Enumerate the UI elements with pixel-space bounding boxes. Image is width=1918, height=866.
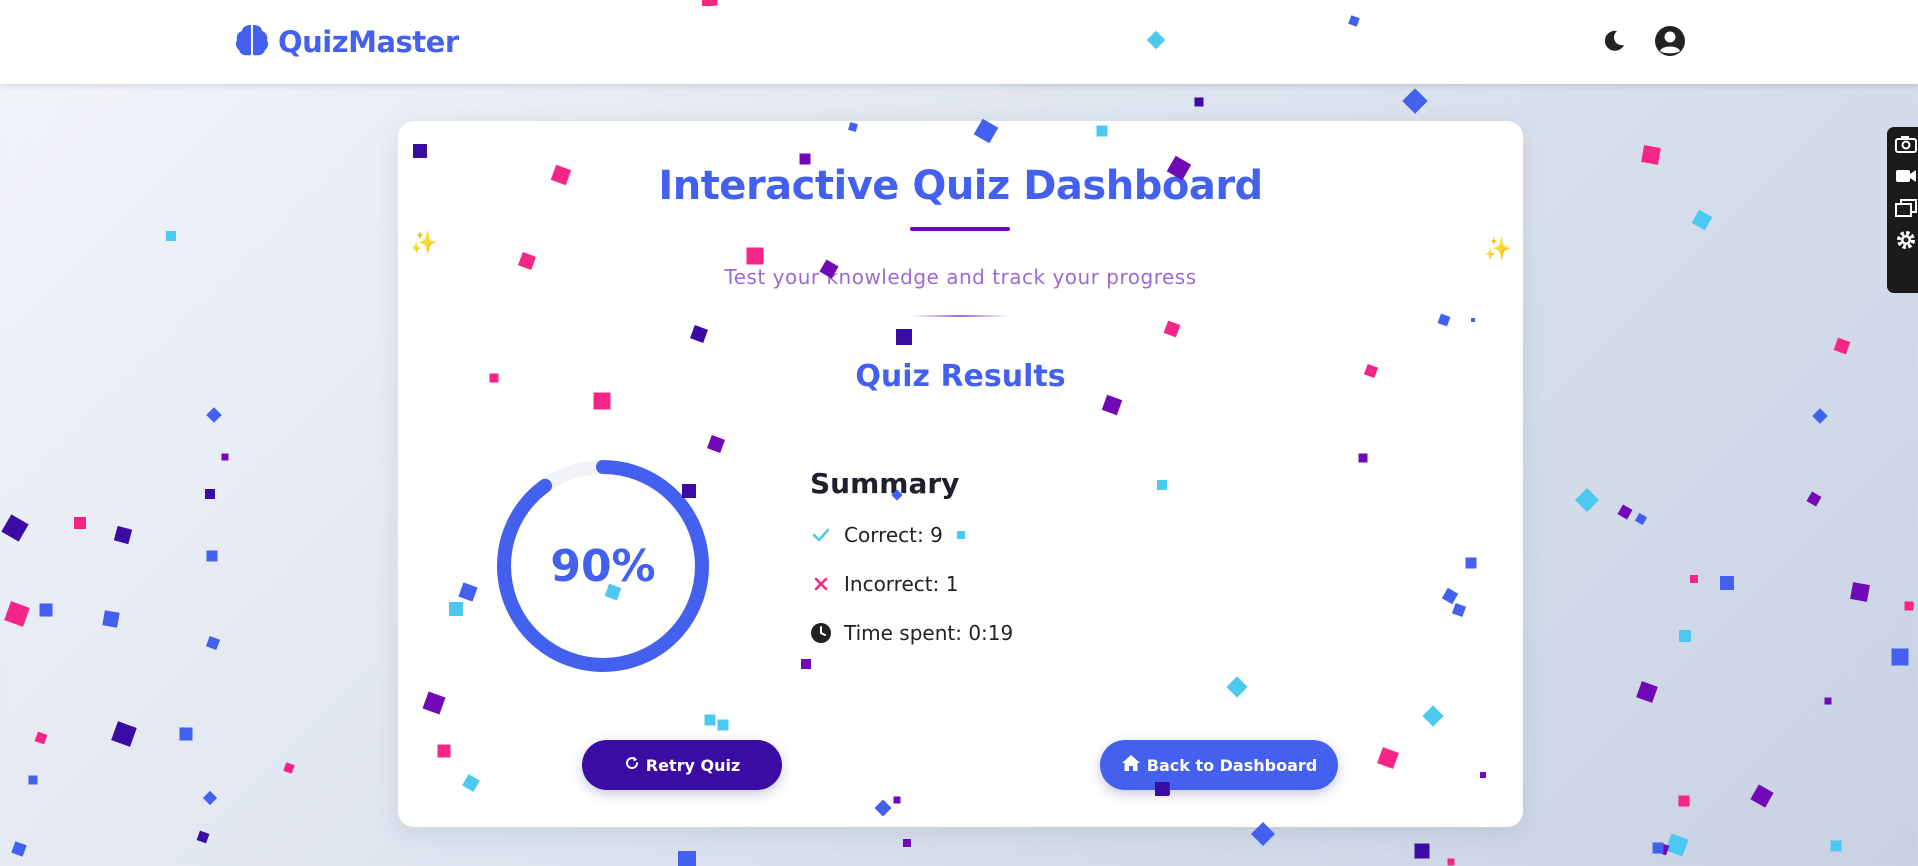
confetti-piece xyxy=(202,790,218,806)
window-icon[interactable] xyxy=(1894,197,1918,219)
back-to-dashboard-button[interactable]: Back to Dashboard xyxy=(1100,740,1338,790)
incorrect-count: Incorrect: 1 xyxy=(844,572,959,596)
confetti-piece xyxy=(113,525,133,545)
confetti-piece xyxy=(1806,491,1822,507)
confetti-piece xyxy=(1833,337,1851,355)
moon-icon[interactable] xyxy=(1597,24,1631,58)
time-row: Time spent: 0:19 xyxy=(810,621,1013,645)
confetti-piece xyxy=(34,731,48,745)
confetti-piece xyxy=(1634,512,1648,526)
confetti-piece xyxy=(678,851,696,866)
quiz-results-card: Interactive Quiz Dashboard ✨ ✨ Test your… xyxy=(398,121,1523,827)
confetti-piece xyxy=(179,727,193,741)
confetti-piece xyxy=(205,489,215,499)
settings-icon[interactable] xyxy=(1894,229,1918,251)
brain-icon xyxy=(234,22,270,62)
confetti-piece xyxy=(11,841,27,857)
title-underline xyxy=(910,227,1010,231)
confetti-piece xyxy=(166,231,176,241)
confetti-piece xyxy=(1904,601,1914,611)
confetti-piece xyxy=(28,775,38,785)
correct-row: Correct: 9 xyxy=(810,523,943,547)
summary-heading: Summary xyxy=(810,467,960,500)
clock-icon xyxy=(810,622,832,644)
subtitle-divider xyxy=(910,315,1010,317)
confetti-piece xyxy=(39,603,53,617)
confetti-piece xyxy=(1641,145,1661,165)
time-spent: Time spent: 0:19 xyxy=(844,621,1014,645)
check-icon xyxy=(810,524,832,546)
sparkle-icon: ✨ xyxy=(1484,237,1512,262)
confetti-piece xyxy=(196,830,210,844)
confetti-piece xyxy=(1720,576,1734,590)
confetti-piece xyxy=(1830,840,1842,852)
confetti-piece xyxy=(4,601,30,627)
back-to-dashboard-label: Back to Dashboard xyxy=(1146,755,1318,775)
x-icon xyxy=(810,573,832,595)
user-circle-icon[interactable] xyxy=(1653,24,1687,58)
confetti-piece xyxy=(1574,487,1600,513)
confetti-piece xyxy=(1665,833,1689,857)
confetti-piece xyxy=(1652,842,1664,854)
home-icon xyxy=(1121,754,1141,776)
correct-count: Correct: 9 xyxy=(844,523,943,547)
confetti-piece xyxy=(102,610,120,628)
confetti-piece xyxy=(111,721,137,747)
confetti-piece xyxy=(903,839,911,847)
refresh-icon xyxy=(624,755,640,775)
confetti-piece xyxy=(1679,630,1691,642)
confetti-piece xyxy=(1636,681,1658,703)
brand-name: QuizMaster xyxy=(278,25,459,59)
confetti-piece xyxy=(1656,842,1670,856)
page-title: Interactive Quiz Dashboard xyxy=(658,163,1263,209)
subtitle: Test your knowledge and track your progr… xyxy=(724,265,1197,289)
sparkle-icon: ✨ xyxy=(410,231,438,256)
incorrect-row: Incorrect: 1 xyxy=(810,572,958,596)
confetti-piece xyxy=(1,514,29,542)
confetti-piece xyxy=(1447,858,1455,866)
confetti-piece xyxy=(1824,697,1832,705)
confetti-piece xyxy=(1691,209,1713,231)
confetti-piece xyxy=(1194,97,1204,107)
retry-quiz-button[interactable]: Retry Quiz xyxy=(582,740,782,790)
confetti-piece xyxy=(205,635,221,651)
video-icon[interactable] xyxy=(1894,165,1918,187)
confetti-piece xyxy=(74,517,86,529)
confetti-piece xyxy=(1617,504,1633,520)
confetti-piece xyxy=(1402,88,1428,114)
confetti-piece xyxy=(1812,408,1828,424)
confetti-piece xyxy=(1891,648,1909,666)
results-heading: Quiz Results xyxy=(855,359,1066,394)
confetti-piece xyxy=(1750,784,1774,808)
confetti-piece xyxy=(1414,843,1430,859)
confetti-piece xyxy=(283,762,295,774)
confetti-piece xyxy=(206,407,222,423)
brand-logo[interactable]: QuizMaster xyxy=(234,22,459,62)
top-navbar: QuizMaster xyxy=(0,0,1918,84)
confetti-piece xyxy=(1678,795,1690,807)
score-percentage: 90% xyxy=(550,540,656,592)
confetti-piece xyxy=(1850,582,1870,602)
retry-quiz-label: Retry Quiz xyxy=(645,755,741,775)
confetti-piece xyxy=(206,550,218,562)
summary-panel: Summary Correct: 9 Incorrect: 1 Time spe… xyxy=(810,467,1013,645)
side-toolbar xyxy=(1887,127,1918,293)
camera-icon[interactable] xyxy=(1894,133,1918,155)
confetti-piece xyxy=(1690,575,1698,583)
confetti-piece xyxy=(221,453,229,461)
